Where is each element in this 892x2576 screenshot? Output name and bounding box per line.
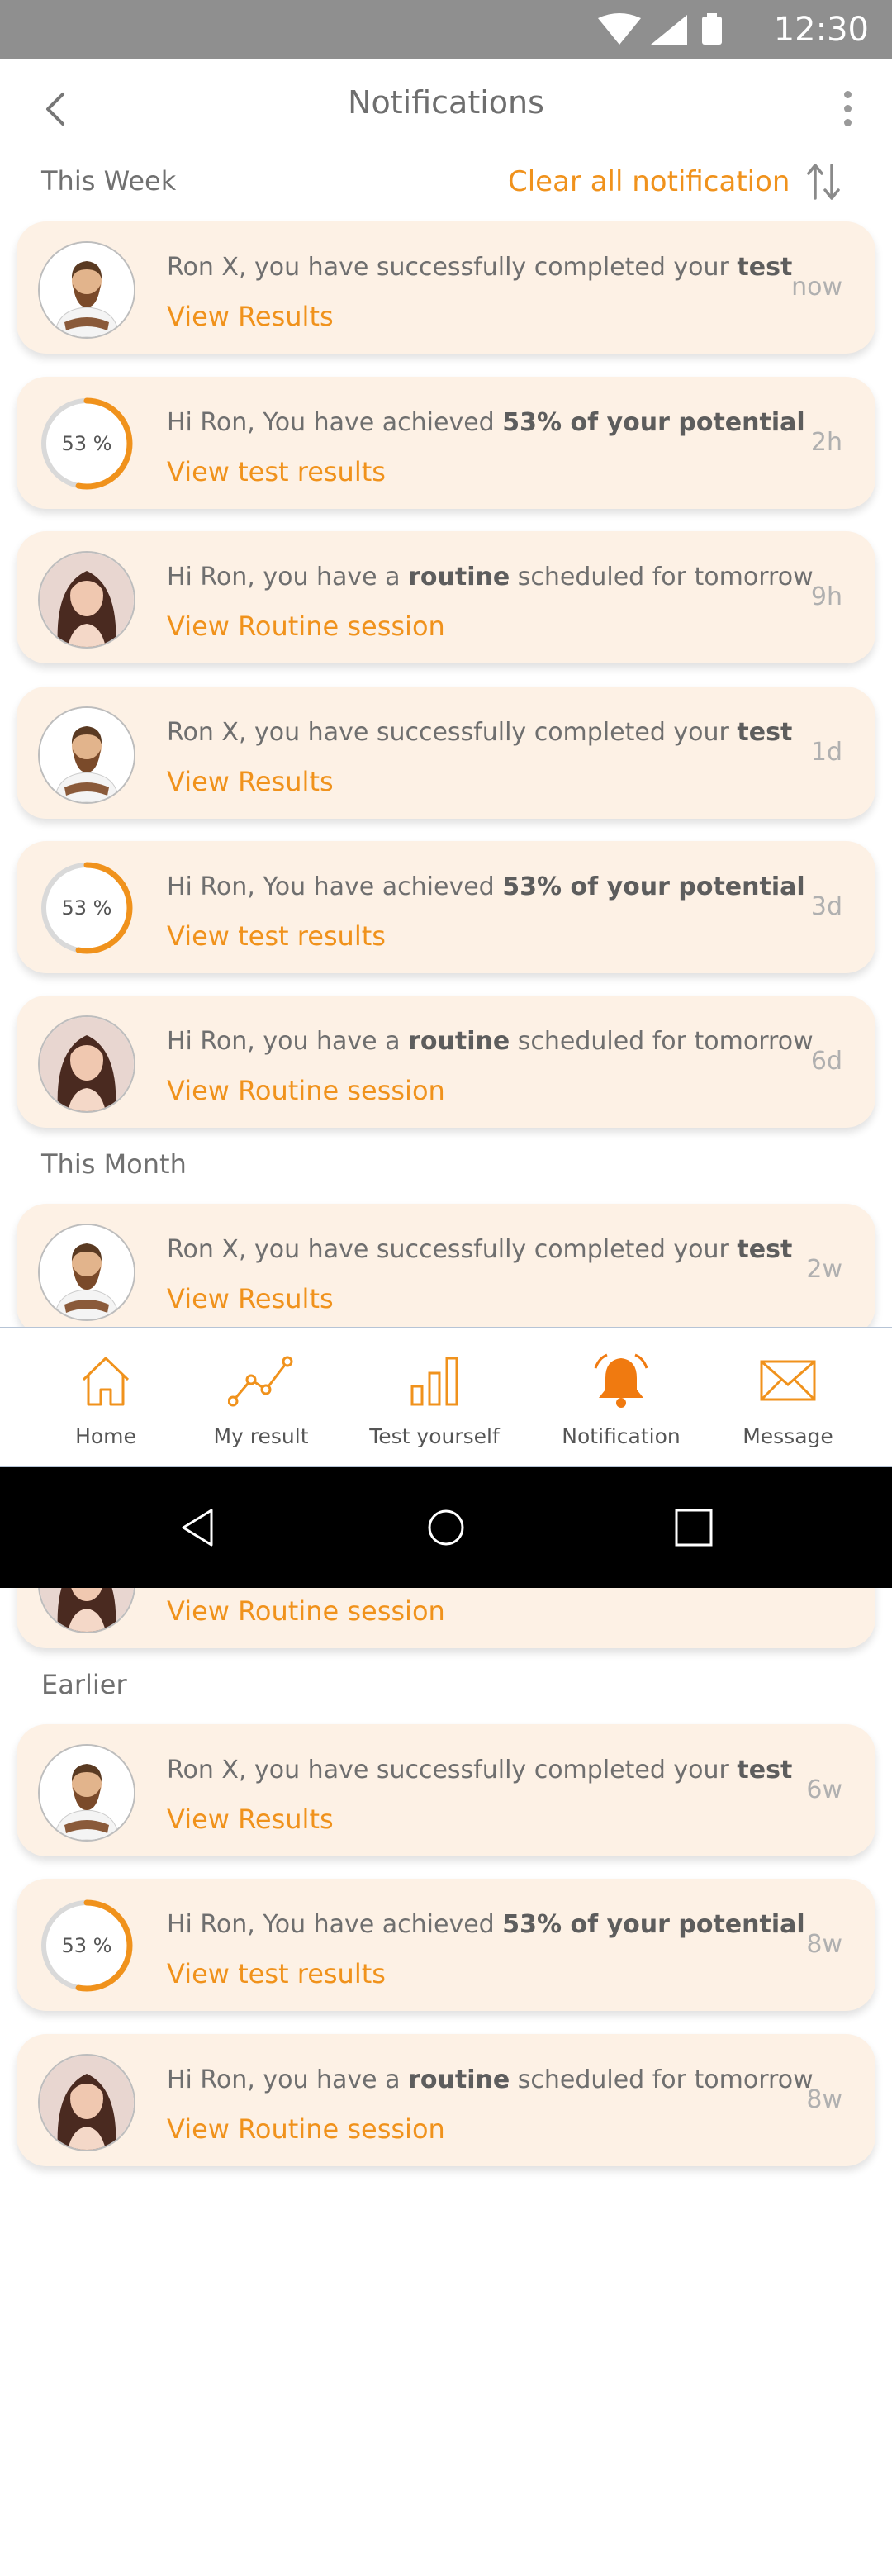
notification-action-link[interactable]: View Routine session [167, 611, 445, 642]
notification-card[interactable]: 53 % Hi Ron, You have achieved 53% of you… [17, 1879, 875, 2011]
notification-time: 6w [806, 1775, 842, 1804]
nav-message[interactable]: Message [714, 1328, 862, 1469]
notification-action-link[interactable]: View test results [167, 456, 386, 487]
notification-time: 6d [810, 1047, 842, 1076]
more-options-icon[interactable] [839, 91, 856, 131]
home-icon [82, 1357, 130, 1406]
nav-notification-label: Notification [562, 1424, 681, 1448]
notification-action-link[interactable]: View Routine session [167, 1595, 445, 1627]
envelope-icon [760, 1360, 816, 1401]
notification-action-link[interactable]: View Results [167, 766, 334, 797]
user-avatar-woman-icon [40, 2056, 134, 2150]
section-earlier: Earlier [41, 1669, 127, 1700]
notification-action-link[interactable]: View Routine session [167, 2113, 445, 2145]
notification-message: Ron X, you have successfully completed y… [167, 1756, 793, 1785]
notification-card[interactable]: Hi Ron, you have a routine scheduled for… [17, 2034, 875, 2166]
user-avatar-man-icon [40, 1746, 134, 1840]
nav-home-label: Home [75, 1424, 136, 1448]
bar-chart-icon [410, 1357, 458, 1406]
notification-message: Hi Ron, you have a routine scheduled for… [167, 563, 814, 592]
notification-message: Hi Ron, you have a routine scheduled for… [167, 1027, 814, 1056]
status-bar: 12:30 [0, 0, 892, 59]
avatar [38, 1224, 135, 1321]
notification-card[interactable]: Hi Ron, you have a routine scheduled for… [17, 996, 875, 1128]
progress-ring-label: 53 % [61, 1934, 112, 1957]
section-this-week: This Week [41, 165, 177, 197]
app-header: Notifications [0, 59, 892, 159]
avatar [38, 551, 135, 649]
system-recents-icon[interactable] [671, 1505, 716, 1550]
sort-icon[interactable] [805, 162, 842, 202]
bell-icon [594, 1353, 648, 1408]
status-time: 12:30 [773, 11, 869, 49]
avatar [38, 1744, 135, 1842]
notification-message: Hi Ron, You have achieved 53% of your po… [167, 408, 805, 437]
notification-time: 2w [806, 1255, 842, 1284]
nav-my-result-label: My result [213, 1424, 309, 1448]
nav-test-yourself[interactable]: Test yourself [360, 1328, 509, 1469]
notification-time: 2h [810, 428, 842, 457]
notification-message: Ron X, you have successfully completed y… [167, 718, 793, 747]
notification-card[interactable]: Ron X, you have successfully completed y… [17, 1724, 875, 1856]
system-nav-bar [0, 1467, 892, 1588]
user-avatar-man-icon [40, 708, 134, 802]
notification-card[interactable]: 53 % Hi Ron, You have achieved 53% of you… [17, 841, 875, 973]
avatar [38, 2054, 135, 2151]
system-back-icon[interactable] [175, 1505, 220, 1550]
notification-card[interactable]: Ron X, you have successfully completed y… [17, 1204, 875, 1336]
clear-all-button[interactable]: Clear all notification [508, 165, 790, 198]
progress-ring-label: 53 % [61, 896, 112, 920]
notification-action-link[interactable]: View Results [167, 1804, 334, 1835]
battery-icon [702, 17, 722, 45]
avatar [38, 241, 135, 339]
page-title: Notifications [348, 84, 544, 121]
notification-action-link[interactable]: View Results [167, 301, 334, 332]
notification-message: Hi Ron, you have a routine scheduled for… [167, 2065, 814, 2094]
signal-icon [651, 15, 687, 45]
user-avatar-man-icon [40, 1225, 134, 1319]
notification-time: 8w [806, 2085, 842, 2114]
notification-time: now [791, 273, 842, 302]
system-home-icon[interactable] [424, 1505, 468, 1550]
notification-action-link[interactable]: View test results [167, 1958, 386, 1989]
notification-card[interactable]: Ron X, you have successfully completed y… [17, 687, 875, 819]
section-this-month: This Month [41, 1148, 187, 1180]
notification-message: Hi Ron, You have achieved 53% of your po… [167, 1910, 805, 1939]
nav-my-result[interactable]: My result [187, 1328, 335, 1469]
notification-action-link[interactable]: View Routine session [167, 1075, 445, 1106]
notification-message: Hi Ron, You have achieved 53% of your po… [167, 872, 805, 901]
notification-time: 9h [810, 582, 842, 611]
nav-home[interactable]: Home [31, 1328, 180, 1469]
notification-time: 1d [810, 738, 842, 767]
notification-message: Ron X, you have successfully completed y… [167, 1235, 793, 1264]
avatar [38, 1015, 135, 1113]
bottom-nav: Home My result Test yourself Notificatio… [0, 1327, 892, 1467]
chart-line-icon [228, 1356, 293, 1407]
progress-ring-label: 53 % [61, 432, 112, 455]
nav-notification[interactable]: Notification [547, 1328, 695, 1469]
nav-message-label: Message [743, 1424, 833, 1448]
notification-card[interactable]: 53 % Hi Ron, You have achieved 53% of you… [17, 377, 875, 509]
notification-message: Ron X, you have successfully completed y… [167, 253, 793, 282]
status-icons [598, 13, 722, 45]
notification-card[interactable]: Ron X, you have successfully completed y… [17, 221, 875, 354]
notification-card[interactable]: Hi Ron, you have a routine scheduled for… [17, 531, 875, 663]
avatar [38, 706, 135, 804]
nav-test-yourself-label: Test yourself [369, 1424, 500, 1448]
user-avatar-woman-icon [40, 1017, 134, 1111]
user-avatar-woman-icon [40, 553, 134, 647]
notification-action-link[interactable]: View Results [167, 1283, 334, 1314]
user-avatar-man-icon [40, 243, 134, 337]
notification-time: 3d [810, 892, 842, 921]
notification-action-link[interactable]: View test results [167, 920, 386, 952]
wifi-icon [598, 13, 641, 45]
notification-time: 8w [806, 1930, 842, 1959]
